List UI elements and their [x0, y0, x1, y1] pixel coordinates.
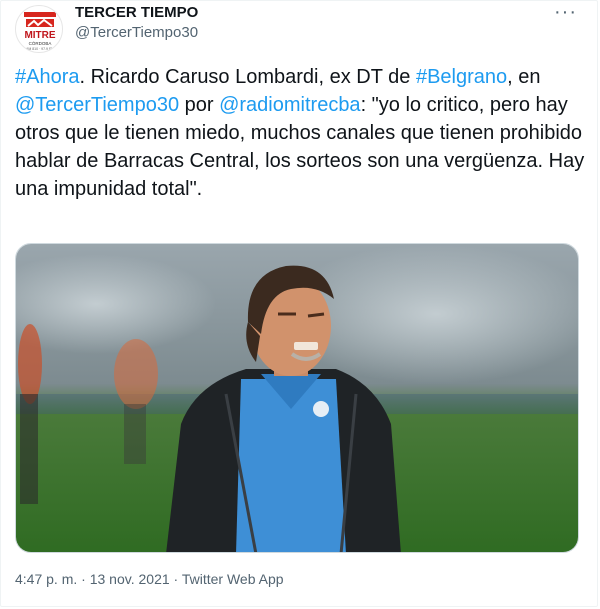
- meta-separator: ·: [77, 571, 90, 587]
- tweet-text-part: por: [179, 94, 220, 116]
- tweet-card: MITRE CÓRDOBA AM 810 · 97.9 FM TERCER TI…: [0, 0, 598, 607]
- mention-tercertiempo[interactable]: @TercerTiempo30: [15, 94, 179, 116]
- photo-image: [16, 244, 578, 552]
- more-horizontal-icon: ···: [554, 1, 577, 23]
- hashtag-belgrano[interactable]: #Belgrano: [416, 66, 507, 88]
- avatar-sub-text: CÓRDOBA: [29, 40, 52, 46]
- author-handle[interactable]: @TercerTiempo30: [75, 24, 198, 41]
- meta-separator: ·: [169, 571, 182, 587]
- more-options-button[interactable]: ···: [554, 1, 577, 24]
- tweet-date[interactable]: 13 nov. 2021: [90, 571, 170, 587]
- hashtag-ahora[interactable]: #Ahora: [15, 66, 80, 88]
- svg-text:AM 810 · 97.9 FM: AM 810 · 97.9 FM: [26, 47, 54, 51]
- tweet-text: #Ahora. Ricardo Caruso Lombardi, ex DT d…: [15, 63, 585, 203]
- tweet-text-part: . Ricardo Caruso Lombardi, ex DT de: [79, 66, 416, 88]
- mitre-logo-icon: MITRE CÓRDOBA AM 810 · 97.9 FM: [24, 12, 56, 51]
- author-display-name[interactable]: TERCER TIEMPO: [75, 4, 198, 21]
- avatar[interactable]: MITRE CÓRDOBA AM 810 · 97.9 FM: [15, 5, 63, 53]
- avatar-logo-text: MITRE: [24, 30, 55, 41]
- tweet-meta: 4:47 p. m. · 13 nov. 2021 · Twitter Web …: [15, 571, 284, 587]
- tweet-text-part: , en: [507, 66, 541, 88]
- tweet-photo[interactable]: [15, 243, 579, 553]
- mention-radiomitrecba[interactable]: @radiomitrecba: [219, 94, 360, 116]
- tweet-source-app[interactable]: Twitter Web App: [182, 571, 284, 587]
- tweet-time[interactable]: 4:47 p. m.: [15, 571, 77, 587]
